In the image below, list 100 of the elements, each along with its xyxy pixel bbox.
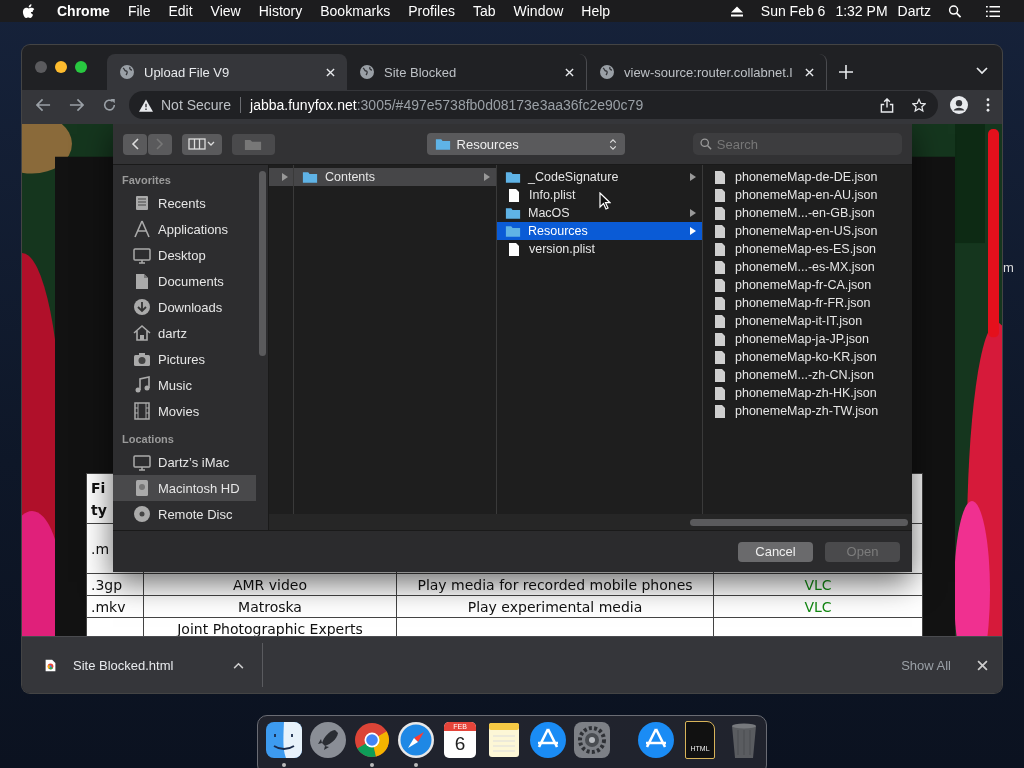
eject-icon[interactable]: [729, 4, 744, 18]
sidebar-item[interactable]: Macintosh HD: [113, 475, 256, 501]
chevron-down-icon[interactable]: [976, 67, 988, 75]
back-button[interactable]: [123, 133, 147, 155]
document-icon: [714, 187, 726, 203]
file-row[interactable]: phonemeM...-zh-CN.json: [703, 366, 912, 384]
cancel-button[interactable]: Cancel: [738, 541, 813, 562]
forward-button[interactable]: [148, 133, 172, 155]
menu-item[interactable]: Profiles: [408, 3, 455, 19]
scrollbar[interactable]: [690, 518, 908, 526]
search-icon[interactable]: [948, 4, 962, 18]
menu-app-name[interactable]: Chrome: [57, 3, 110, 19]
address-bar[interactable]: Not Secure jabba.funyfox.net:3005/#497e5738fb0d08173e3aa36fc2e90c79: [129, 91, 938, 119]
document-icon: [714, 295, 726, 311]
table-cell-text: Play media for recorded mobile phones: [417, 576, 693, 593]
chevron-right-icon: [156, 138, 164, 150]
show-all-button[interactable]: Show All: [895, 656, 957, 674]
close-icon[interactable]: [565, 67, 574, 77]
file-row[interactable]: phonemeMap-fr-FR.json: [703, 294, 912, 312]
sidebar-item[interactable]: Movies: [113, 398, 256, 424]
menu-date[interactable]: Sun Feb 6: [760, 3, 826, 19]
url-path: :3005/#497e5738fb0d08173e3aa36fc2e90c79: [356, 97, 644, 113]
sidebar-item[interactable]: Dartz’s iMac: [113, 449, 256, 475]
rocket-icon[interactable]: [308, 720, 348, 760]
sidebar-item[interactable]: Remote Disc: [113, 501, 256, 527]
menu-item[interactable]: File: [127, 3, 151, 19]
new-tab-icon[interactable]: [839, 65, 853, 79]
menu-icon[interactable]: [986, 98, 990, 112]
file-row[interactable]: Resources: [497, 222, 702, 240]
file-row[interactable]: phonemeM...-es-MX.json: [703, 258, 912, 276]
file-row[interactable]: phonemeM...-en-GB.json: [703, 204, 912, 222]
reload-icon[interactable]: [102, 98, 117, 112]
file-row[interactable]: [269, 168, 293, 186]
file-row[interactable]: _CodeSignature: [497, 168, 702, 186]
file-row[interactable]: phonemeMap-en-US.json: [703, 222, 912, 240]
zoom-button[interactable]: [75, 60, 87, 73]
menu-item[interactable]: Window: [513, 3, 564, 19]
menu-time[interactable]: 1:32 PM: [835, 3, 888, 19]
recents-icon: [133, 194, 151, 212]
disc-icon: [133, 505, 151, 523]
file-row[interactable]: phonemeMap-ja-JP.json: [703, 330, 912, 348]
file-row[interactable]: MacOS: [497, 204, 702, 222]
running-indicator: [370, 763, 374, 767]
menu-item[interactable]: Help: [581, 3, 611, 19]
sidebar-item[interactable]: Applications: [113, 216, 256, 242]
folder-icon: [505, 224, 521, 238]
menu-user[interactable]: Dartz: [897, 3, 931, 19]
chrome-icon[interactable]: [352, 720, 392, 760]
file-row[interactable]: phonemeMap-it-IT.json: [703, 312, 912, 330]
apple-icon[interactable]: [22, 3, 35, 19]
new-folder-button[interactable]: [232, 133, 275, 155]
menu-item[interactable]: History: [258, 3, 303, 19]
gear-icon[interactable]: [572, 720, 612, 760]
file-row[interactable]: phonemeMap-es-ES.json: [703, 240, 912, 258]
caret-icon[interactable]: [233, 661, 245, 669]
table-cell-text: Play experimental media: [467, 598, 643, 615]
sidebar-item[interactable]: Recents: [113, 190, 256, 216]
download-filename[interactable]: Site Blocked.html: [73, 657, 174, 673]
folder-icon: [505, 170, 521, 184]
profile-icon[interactable]: [950, 96, 968, 114]
file-row[interactable]: phonemeMap-zh-TW.json: [703, 402, 912, 420]
list-icon[interactable]: [986, 4, 1000, 18]
file-row[interactable]: phonemeMap-de-DE.json: [703, 168, 912, 186]
star-icon[interactable]: [912, 97, 926, 113]
sidebar-item[interactable]: Music: [113, 372, 256, 398]
file-row[interactable]: Contents: [294, 168, 496, 186]
browser-tab[interactable]: Upload File V9: [107, 54, 347, 90]
share-icon[interactable]: [880, 97, 894, 113]
back-icon[interactable]: [36, 98, 51, 112]
close-icon[interactable]: [326, 67, 335, 77]
file-row[interactable]: Info.plist: [497, 186, 702, 204]
sidebar-item[interactable]: Desktop: [113, 242, 256, 268]
forward-icon[interactable]: [69, 98, 84, 112]
sidebar-item[interactable]: Documents: [113, 268, 256, 294]
up-down-arrows-icon: [608, 137, 617, 151]
file-row[interactable]: version.plist: [497, 240, 702, 258]
view-mode-button[interactable]: [182, 133, 223, 155]
search-field[interactable]: Search: [692, 133, 902, 155]
compass-icon[interactable]: [396, 720, 436, 760]
close-button[interactable]: [35, 60, 47, 73]
tab-title: view-source:router.collabnet.l: [624, 64, 794, 80]
menu-item[interactable]: Edit: [168, 3, 193, 19]
sidebar-item[interactable]: Downloads: [113, 294, 256, 320]
sidebar-item[interactable]: Pictures: [113, 346, 256, 372]
minimize-button[interactable]: [55, 60, 67, 73]
menu-item[interactable]: View: [210, 3, 241, 19]
close-icon[interactable]: [977, 659, 988, 671]
path-popup[interactable]: Resources: [426, 133, 625, 155]
file-row[interactable]: phonemeMap-en-AU.json: [703, 186, 912, 204]
menu-item[interactable]: Bookmarks: [320, 3, 391, 19]
app-store-icon[interactable]: [636, 720, 676, 760]
file-row[interactable]: phonemeMap-zh-HK.json: [703, 384, 912, 402]
sidebar-item[interactable]: dartz: [113, 320, 256, 346]
table-cell-text: Joint Photographic Experts: [177, 620, 363, 636]
finder-icon[interactable]: [264, 720, 304, 760]
menu-item[interactable]: Tab: [472, 3, 496, 19]
app-store-icon[interactable]: [528, 720, 568, 760]
close-icon[interactable]: [805, 67, 814, 77]
file-row[interactable]: phonemeMap-ko-KR.json: [703, 348, 912, 366]
file-row[interactable]: phonemeMap-fr-CA.json: [703, 276, 912, 294]
